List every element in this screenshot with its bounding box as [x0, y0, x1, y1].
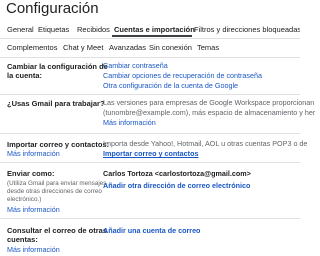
add-email-address-link[interactable]: Añadir otra dirección de correo electrón…	[103, 181, 250, 191]
section-divider	[0, 218, 300, 219]
settings-tabs-secondary: Complementos Chat y Meet Avanzadas Sin c…	[0, 40, 300, 56]
send-as-note-cont: desde otras direcciones de correo	[7, 188, 102, 195]
import-label: Importar correo y contactos:	[7, 140, 110, 149]
import-description: Importa desde Yahoo!, Hotmail, AOL u otr…	[103, 139, 308, 148]
send-as-note-end: electrónico.)	[7, 196, 42, 203]
tab-labels[interactable]: Etiquetas	[38, 25, 69, 34]
tabs-divider	[0, 38, 300, 39]
tab-filters[interactable]: Filtros y direcciones bloqueadas	[194, 25, 300, 34]
tab-inbox[interactable]: Recibidos	[77, 25, 110, 34]
send-as-address: Carlos Tortoza <carlostortoza@gmail.com>	[103, 169, 251, 178]
check-mail-label: Consultar el correo de otras	[7, 226, 108, 235]
tab-themes[interactable]: Temas	[197, 43, 219, 52]
work-more-info-link[interactable]: Más información	[103, 118, 156, 128]
work-description-cont: (tunombre@example.com), más espacio de a…	[103, 108, 316, 117]
check-mail-label-cont: cuentas:	[7, 235, 38, 244]
send-as-note: (Utiliza Gmail para enviar mensajes	[7, 180, 107, 187]
google-account-settings-link[interactable]: Otra configuración de la cuenta de Googl…	[103, 81, 238, 91]
add-mail-account-link[interactable]: Añadir una cuenta de correo	[103, 226, 200, 236]
section-divider	[0, 162, 300, 163]
section-divider	[0, 94, 300, 95]
tabs-bottom-divider	[0, 57, 300, 58]
change-account-label-cont: la cuenta:	[7, 71, 43, 80]
change-password-link[interactable]: Cambiar contraseña	[103, 61, 168, 71]
recovery-options-link[interactable]: Cambiar opciones de recuperación de cont…	[103, 71, 262, 81]
work-description: Las versiones para empresas de Google Wo…	[103, 98, 315, 107]
active-tab-indicator	[112, 35, 192, 37]
work-label: ¿Usas Gmail para trabajar?	[7, 99, 105, 108]
send-as-more-info-link[interactable]: Más información	[7, 205, 60, 214]
tab-offline[interactable]: Sin conexión	[149, 43, 192, 52]
section-divider	[0, 133, 300, 134]
tab-advanced[interactable]: Avanzadas	[109, 43, 146, 52]
change-account-label: Cambiar la configuración de	[7, 62, 108, 71]
page-title: Configuración	[6, 0, 99, 17]
import-more-info-link[interactable]: Más información	[7, 149, 60, 158]
send-as-label: Enviar como:	[7, 169, 55, 178]
check-mail-more-info-link[interactable]: Más información	[7, 245, 60, 254]
tab-accounts-import[interactable]: Cuentas e importación	[114, 25, 195, 34]
tab-general[interactable]: General	[7, 25, 34, 34]
import-mail-contacts-link[interactable]: Importar correo y contactos	[103, 149, 198, 159]
tab-addons[interactable]: Complementos	[7, 43, 57, 52]
tab-chat-meet[interactable]: Chat y Meet	[63, 43, 103, 52]
